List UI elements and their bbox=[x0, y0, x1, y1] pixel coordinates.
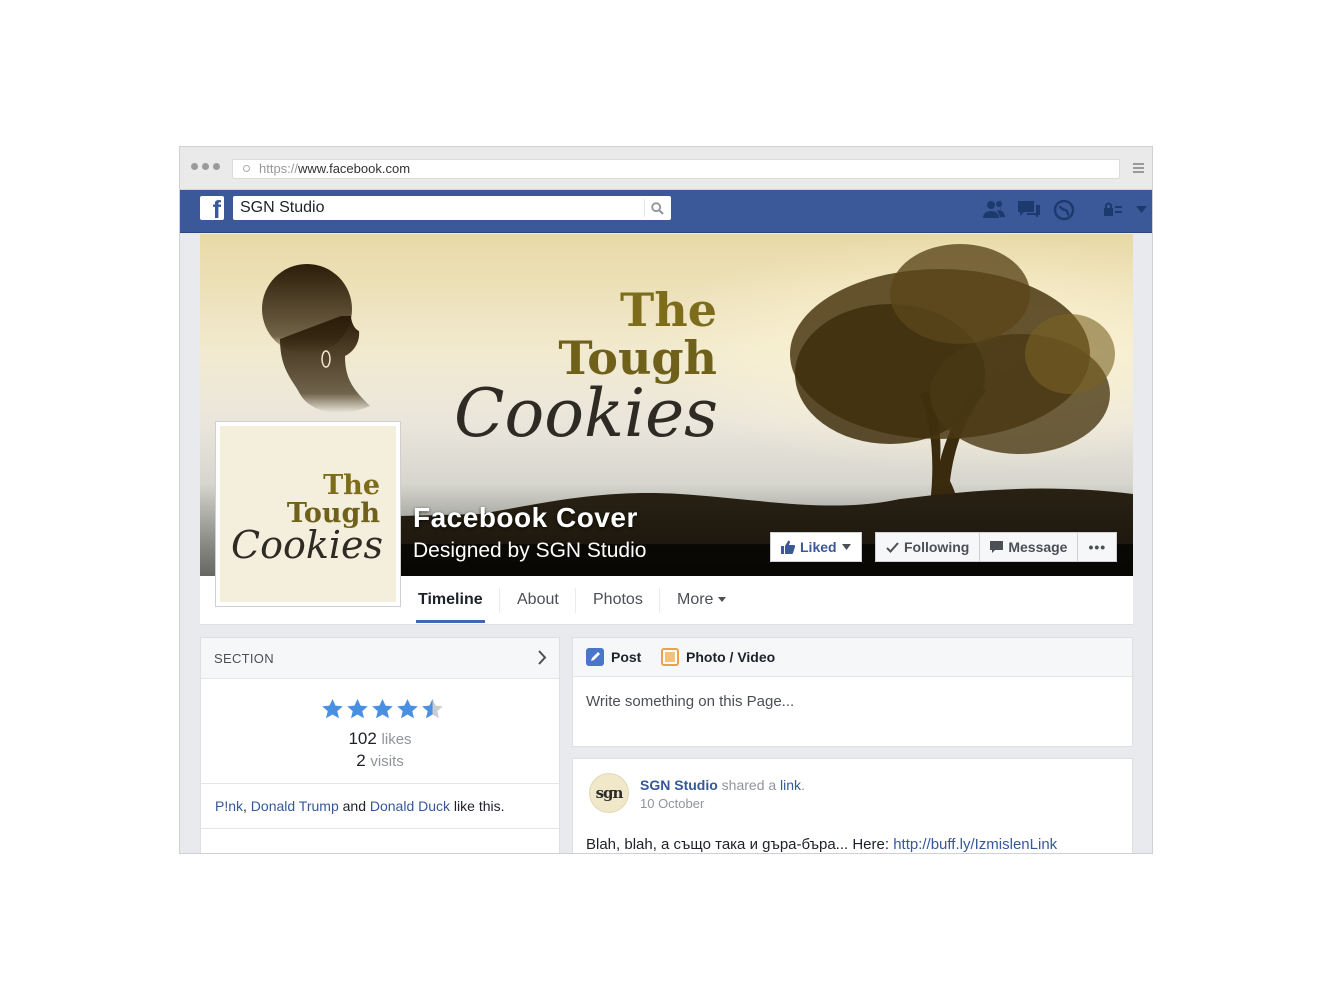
more-options-button[interactable]: ••• bbox=[1078, 533, 1116, 561]
star-icon bbox=[372, 698, 393, 719]
profile-picture[interactable]: The Tough Cookies bbox=[215, 421, 401, 607]
window-controls[interactable] bbox=[191, 163, 220, 170]
browser-window: https://www.facebook.com f SGN Studio Th… bbox=[179, 146, 1153, 854]
liked-label: Liked bbox=[800, 539, 837, 555]
chevron-down-icon bbox=[841, 544, 851, 550]
section-header[interactable]: SECTION bbox=[201, 638, 559, 679]
likes-count: 102 likes bbox=[348, 729, 412, 748]
post-link[interactable]: http://buff.ly/IzmislenLink bbox=[893, 836, 1057, 853]
star-icon bbox=[347, 698, 368, 719]
liked-button[interactable]: Liked bbox=[770, 532, 862, 562]
half-star-icon bbox=[422, 698, 443, 719]
section-card: SECTION 102 likes 2 visits P!nk, Donald … bbox=[200, 637, 560, 853]
cover-subtitle: Designed by SGN Studio bbox=[413, 539, 647, 562]
address-bar[interactable]: https://www.facebook.com bbox=[232, 159, 1120, 179]
message-button[interactable]: Message bbox=[980, 533, 1079, 561]
active-tab-indicator bbox=[416, 620, 485, 623]
notifications-globe-icon[interactable] bbox=[1053, 199, 1075, 221]
rating-stars bbox=[321, 698, 444, 720]
post-composer: Post Photo / Video Write something on th… bbox=[572, 637, 1133, 747]
visits-count: 2 visits bbox=[356, 751, 404, 770]
following-button[interactable]: Following bbox=[876, 533, 981, 561]
profile-brand-the: The bbox=[323, 470, 380, 501]
search-input[interactable]: SGN Studio bbox=[233, 196, 671, 220]
checkmark-icon bbox=[886, 541, 899, 553]
liker-link[interactable]: Donald Trump bbox=[251, 798, 339, 814]
caret-down-icon bbox=[717, 597, 726, 603]
photo-video-tab[interactable]: Photo / Video bbox=[661, 648, 775, 666]
thumbs-up-icon bbox=[781, 540, 795, 554]
photo-icon bbox=[661, 648, 679, 666]
url-scheme: https:// bbox=[259, 161, 299, 176]
section-title: SECTION bbox=[214, 651, 274, 666]
cover-title: Facebook Cover bbox=[413, 502, 638, 533]
cover-brand-the: The bbox=[620, 283, 717, 337]
post-tab[interactable]: Post bbox=[586, 648, 641, 666]
avatar[interactable]: sgn bbox=[589, 773, 629, 813]
star-icon bbox=[397, 698, 418, 719]
post-header: SGN Studio shared a link. bbox=[640, 777, 805, 793]
more-options-icon: ••• bbox=[1088, 539, 1107, 555]
liker-link[interactable]: P!nk bbox=[215, 798, 243, 814]
facebook-logo-icon[interactable]: f bbox=[200, 196, 224, 220]
pencil-icon bbox=[586, 648, 604, 666]
post-author-link[interactable]: SGN Studio bbox=[640, 777, 718, 793]
menu-icon[interactable] bbox=[1133, 163, 1144, 175]
tab-more-label: More bbox=[677, 591, 714, 608]
search-value: SGN Studio bbox=[240, 199, 325, 216]
star-icon bbox=[322, 698, 343, 719]
following-label: Following bbox=[904, 539, 970, 555]
privacy-shortcuts-icon[interactable] bbox=[1103, 202, 1123, 217]
visits-label: visits bbox=[370, 753, 404, 770]
message-icon bbox=[990, 541, 1004, 553]
messages-icon[interactable] bbox=[1016, 199, 1042, 219]
url-host: www.facebook.com bbox=[298, 161, 411, 176]
liker-link[interactable]: Donald Duck bbox=[370, 798, 450, 814]
profile-brand-cookies: Cookies bbox=[231, 523, 383, 567]
loading-icon bbox=[243, 165, 250, 172]
tab-photos[interactable]: Photos bbox=[593, 591, 643, 609]
tab-timeline[interactable]: Timeline bbox=[418, 591, 483, 609]
friend-requests-icon[interactable] bbox=[982, 199, 1006, 219]
post-date[interactable]: 10 October bbox=[640, 796, 704, 811]
timeline-post: sgn SGN Studio shared a link. 10 October… bbox=[572, 758, 1133, 853]
post-object-link[interactable]: link bbox=[780, 777, 801, 793]
message-label: Message bbox=[1008, 539, 1068, 555]
likes-label: likes bbox=[381, 731, 412, 748]
browser-chrome: https://www.facebook.com bbox=[180, 147, 1152, 190]
likers-text: P!nk, Donald Trump and Donald Duck like … bbox=[215, 798, 505, 814]
post-text: Blah, blah, а също така и gъра-бъра... H… bbox=[586, 836, 1058, 853]
cover-brand-cookies: Cookies bbox=[454, 375, 718, 452]
tab-about[interactable]: About bbox=[517, 591, 559, 609]
chevron-right-icon[interactable] bbox=[538, 650, 547, 665]
search-icon[interactable] bbox=[651, 202, 664, 215]
profile-logo: The Tough Cookies bbox=[231, 470, 383, 567]
page-action-buttons: Following Message ••• bbox=[875, 532, 1118, 562]
composer-input[interactable]: Write something on this Page... bbox=[586, 693, 794, 710]
account-dropdown-icon[interactable] bbox=[1136, 206, 1147, 213]
tab-more[interactable]: More bbox=[677, 591, 726, 609]
facebook-top-bar: f SGN Studio bbox=[180, 190, 1152, 233]
